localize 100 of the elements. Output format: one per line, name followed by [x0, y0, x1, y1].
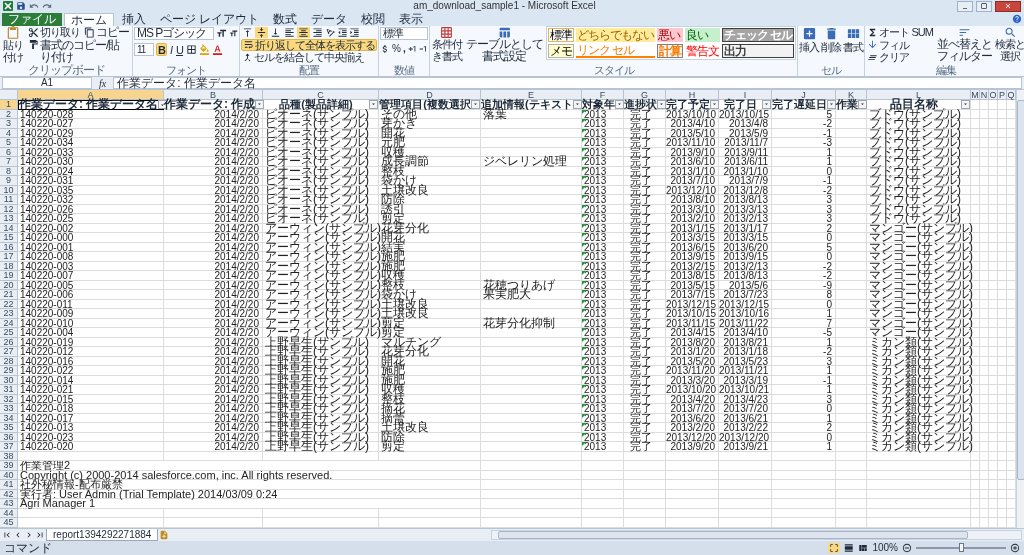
- table-cell: 2014/2/20: [164, 157, 263, 167]
- orientation-icon: [325, 26, 336, 38]
- cell-style[interactable]: 悪い: [657, 28, 683, 42]
- clear-button[interactable]: クリア: [866, 51, 934, 64]
- table-cell: [998, 375, 1007, 385]
- table-cell: 2013/6/10: [666, 157, 719, 167]
- ribbon-tab[interactable]: 数式: [267, 13, 304, 26]
- close-icon: [1004, 2, 1012, 10]
- sheet-tab[interactable]: report1394292271884: [46, 529, 159, 541]
- copy-button[interactable]: コピー: [83, 26, 130, 39]
- table-cell: 誘引: [379, 204, 481, 214]
- table-cell: [980, 499, 989, 509]
- name-box[interactable]: A1: [2, 77, 92, 89]
- percent-button[interactable]: %: [391, 43, 401, 56]
- vertical-align-toggle[interactable]: [269, 26, 282, 38]
- column-header[interactable]: O: [989, 90, 998, 100]
- horizontal-scrollbar[interactable]: [491, 530, 1022, 540]
- conditional-format-button[interactable]: 条件付き書式: [431, 26, 462, 64]
- sort-filter-button[interactable]: 並べ替えとフィルター: [935, 26, 993, 64]
- table-cell: マルチング: [379, 337, 481, 347]
- table-cell: 2013: [582, 147, 624, 157]
- table-cell: 落葉: [481, 109, 582, 119]
- horizontal-align-toggle[interactable]: [311, 26, 324, 38]
- scroll-thumb[interactable]: [498, 531, 969, 539]
- table-cell: [971, 166, 980, 176]
- column-header[interactable]: E: [481, 90, 582, 100]
- find-select-button[interactable]: 検索と選択: [994, 26, 1024, 64]
- italic-button[interactable]: I: [168, 43, 173, 56]
- ribbon-tab[interactable]: データ: [305, 13, 354, 26]
- ribbon-tab[interactable]: ホーム: [64, 13, 114, 26]
- table-cell: 2013/11/21: [719, 366, 772, 376]
- cell-style[interactable]: 出力: [722, 44, 795, 58]
- bold-button[interactable]: B: [156, 43, 167, 56]
- horizontal-align-toggle[interactable]: [297, 26, 310, 38]
- column-heading: 進捗状: [624, 99, 657, 109]
- scroll-thumb[interactable]: [1017, 100, 1024, 480]
- font-name-field[interactable]: MS Pゴシック: [134, 27, 214, 40]
- table-cell: [998, 318, 1007, 328]
- vertical-align-toggle[interactable]: [255, 26, 268, 38]
- table-cell: 2013: [582, 185, 624, 195]
- table-cell: 完了: [624, 309, 666, 319]
- page-break-icon: [858, 543, 869, 553]
- table-cell: 2013/2/13: [719, 261, 772, 271]
- file-tab[interactable]: ファイル: [2, 13, 62, 26]
- vertical-scrollbar[interactable]: [1016, 90, 1024, 528]
- merge-center-button[interactable]: セルを結合して中央揃え: [241, 51, 377, 64]
- ribbon-tab[interactable]: 挿入: [116, 13, 152, 26]
- vertical-align-toggle[interactable]: [241, 26, 254, 38]
- format-table-button[interactable]: テーブルとして書式設定: [464, 26, 544, 64]
- zoom-thumb[interactable]: [959, 543, 964, 552]
- cell-style[interactable]: 良い: [685, 28, 720, 42]
- ribbon-tab[interactable]: 表示: [393, 13, 430, 26]
- table-cell: [980, 413, 989, 423]
- normal-view-button[interactable]: [828, 543, 841, 553]
- cell-style[interactable]: 警告文: [685, 44, 720, 58]
- format-painter-button[interactable]: 書式のコピー/貼り付け: [27, 38, 131, 63]
- table-cell: [772, 461, 836, 471]
- table-cell: 2013: [582, 252, 624, 262]
- underline-button[interactable]: U: [175, 43, 184, 56]
- indent-increase-icon: [349, 26, 360, 38]
- table-cell: [836, 119, 867, 129]
- ribbon-tab[interactable]: 校閲: [355, 13, 392, 26]
- cut-button[interactable]: 切り取り: [27, 26, 81, 39]
- table-cell: [989, 290, 998, 300]
- table-cell: [836, 233, 867, 243]
- table-cell: 2013/9/15: [719, 252, 772, 262]
- number-format-field[interactable]: 標準: [380, 27, 428, 40]
- table-cell: [971, 423, 980, 433]
- comma-button[interactable]: ,: [401, 43, 406, 56]
- zoom-level[interactable]: 100%: [872, 542, 898, 554]
- row-number: 7: [0, 157, 18, 167]
- cell-style[interactable]: どちらでもない: [576, 28, 655, 42]
- formula-field[interactable]: 作業データ: 作業データ名: [113, 77, 1022, 89]
- table-cell: [666, 451, 719, 461]
- fill-button[interactable]: フィル: [866, 38, 934, 51]
- copy-icon: [84, 26, 95, 38]
- table-cell: その他: [379, 109, 481, 119]
- font-size-field[interactable]: 11: [134, 43, 154, 56]
- paste-button[interactable]: 貼り付け: [1, 26, 25, 64]
- delete-button[interactable]: 削除: [821, 26, 842, 64]
- table-cell: 5: [772, 109, 836, 119]
- table-cell: 140220-035: [18, 185, 164, 195]
- table-cell: [971, 299, 980, 309]
- horizontal-align-toggle[interactable]: [283, 26, 296, 38]
- cell-style[interactable]: メモ: [548, 44, 574, 58]
- table-cell: 2013: [582, 423, 624, 433]
- close-button[interactable]: [995, 0, 1021, 12]
- restore-button[interactable]: [976, 0, 992, 12]
- column-header[interactable]: N: [980, 90, 989, 100]
- insert-button[interactable]: 挿入: [799, 26, 820, 64]
- format-button[interactable]: 書式: [843, 26, 864, 64]
- ribbon-tab[interactable]: ページ レイアウト: [154, 13, 266, 26]
- column-header[interactable]: M: [971, 90, 980, 100]
- autosum-button[interactable]: オート SUM: [866, 26, 934, 39]
- table-cell: 140220-027: [18, 119, 164, 129]
- wrap-text-button[interactable]: 折り返して全体を表示する: [241, 38, 377, 51]
- table-cell: [989, 242, 998, 252]
- cell-style[interactable]: 標準: [548, 28, 574, 42]
- column-header[interactable]: P: [998, 90, 1007, 100]
- function-button[interactable]: fx: [96, 77, 110, 89]
